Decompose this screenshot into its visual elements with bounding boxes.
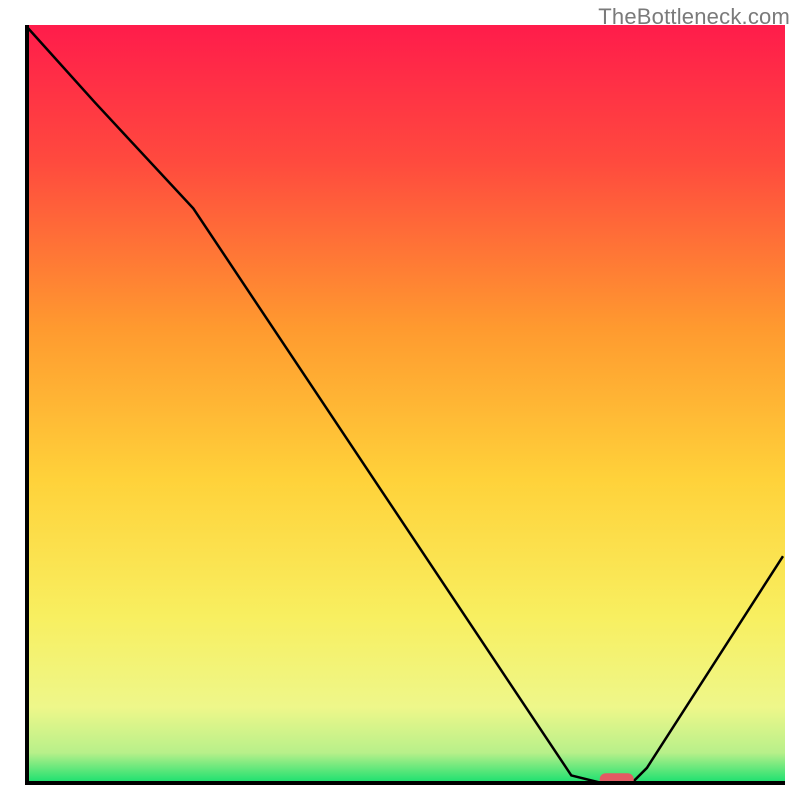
y-axis xyxy=(25,25,29,785)
x-axis xyxy=(25,781,785,785)
watermark-text: TheBottleneck.com xyxy=(598,4,790,30)
axes-frame xyxy=(25,25,785,785)
